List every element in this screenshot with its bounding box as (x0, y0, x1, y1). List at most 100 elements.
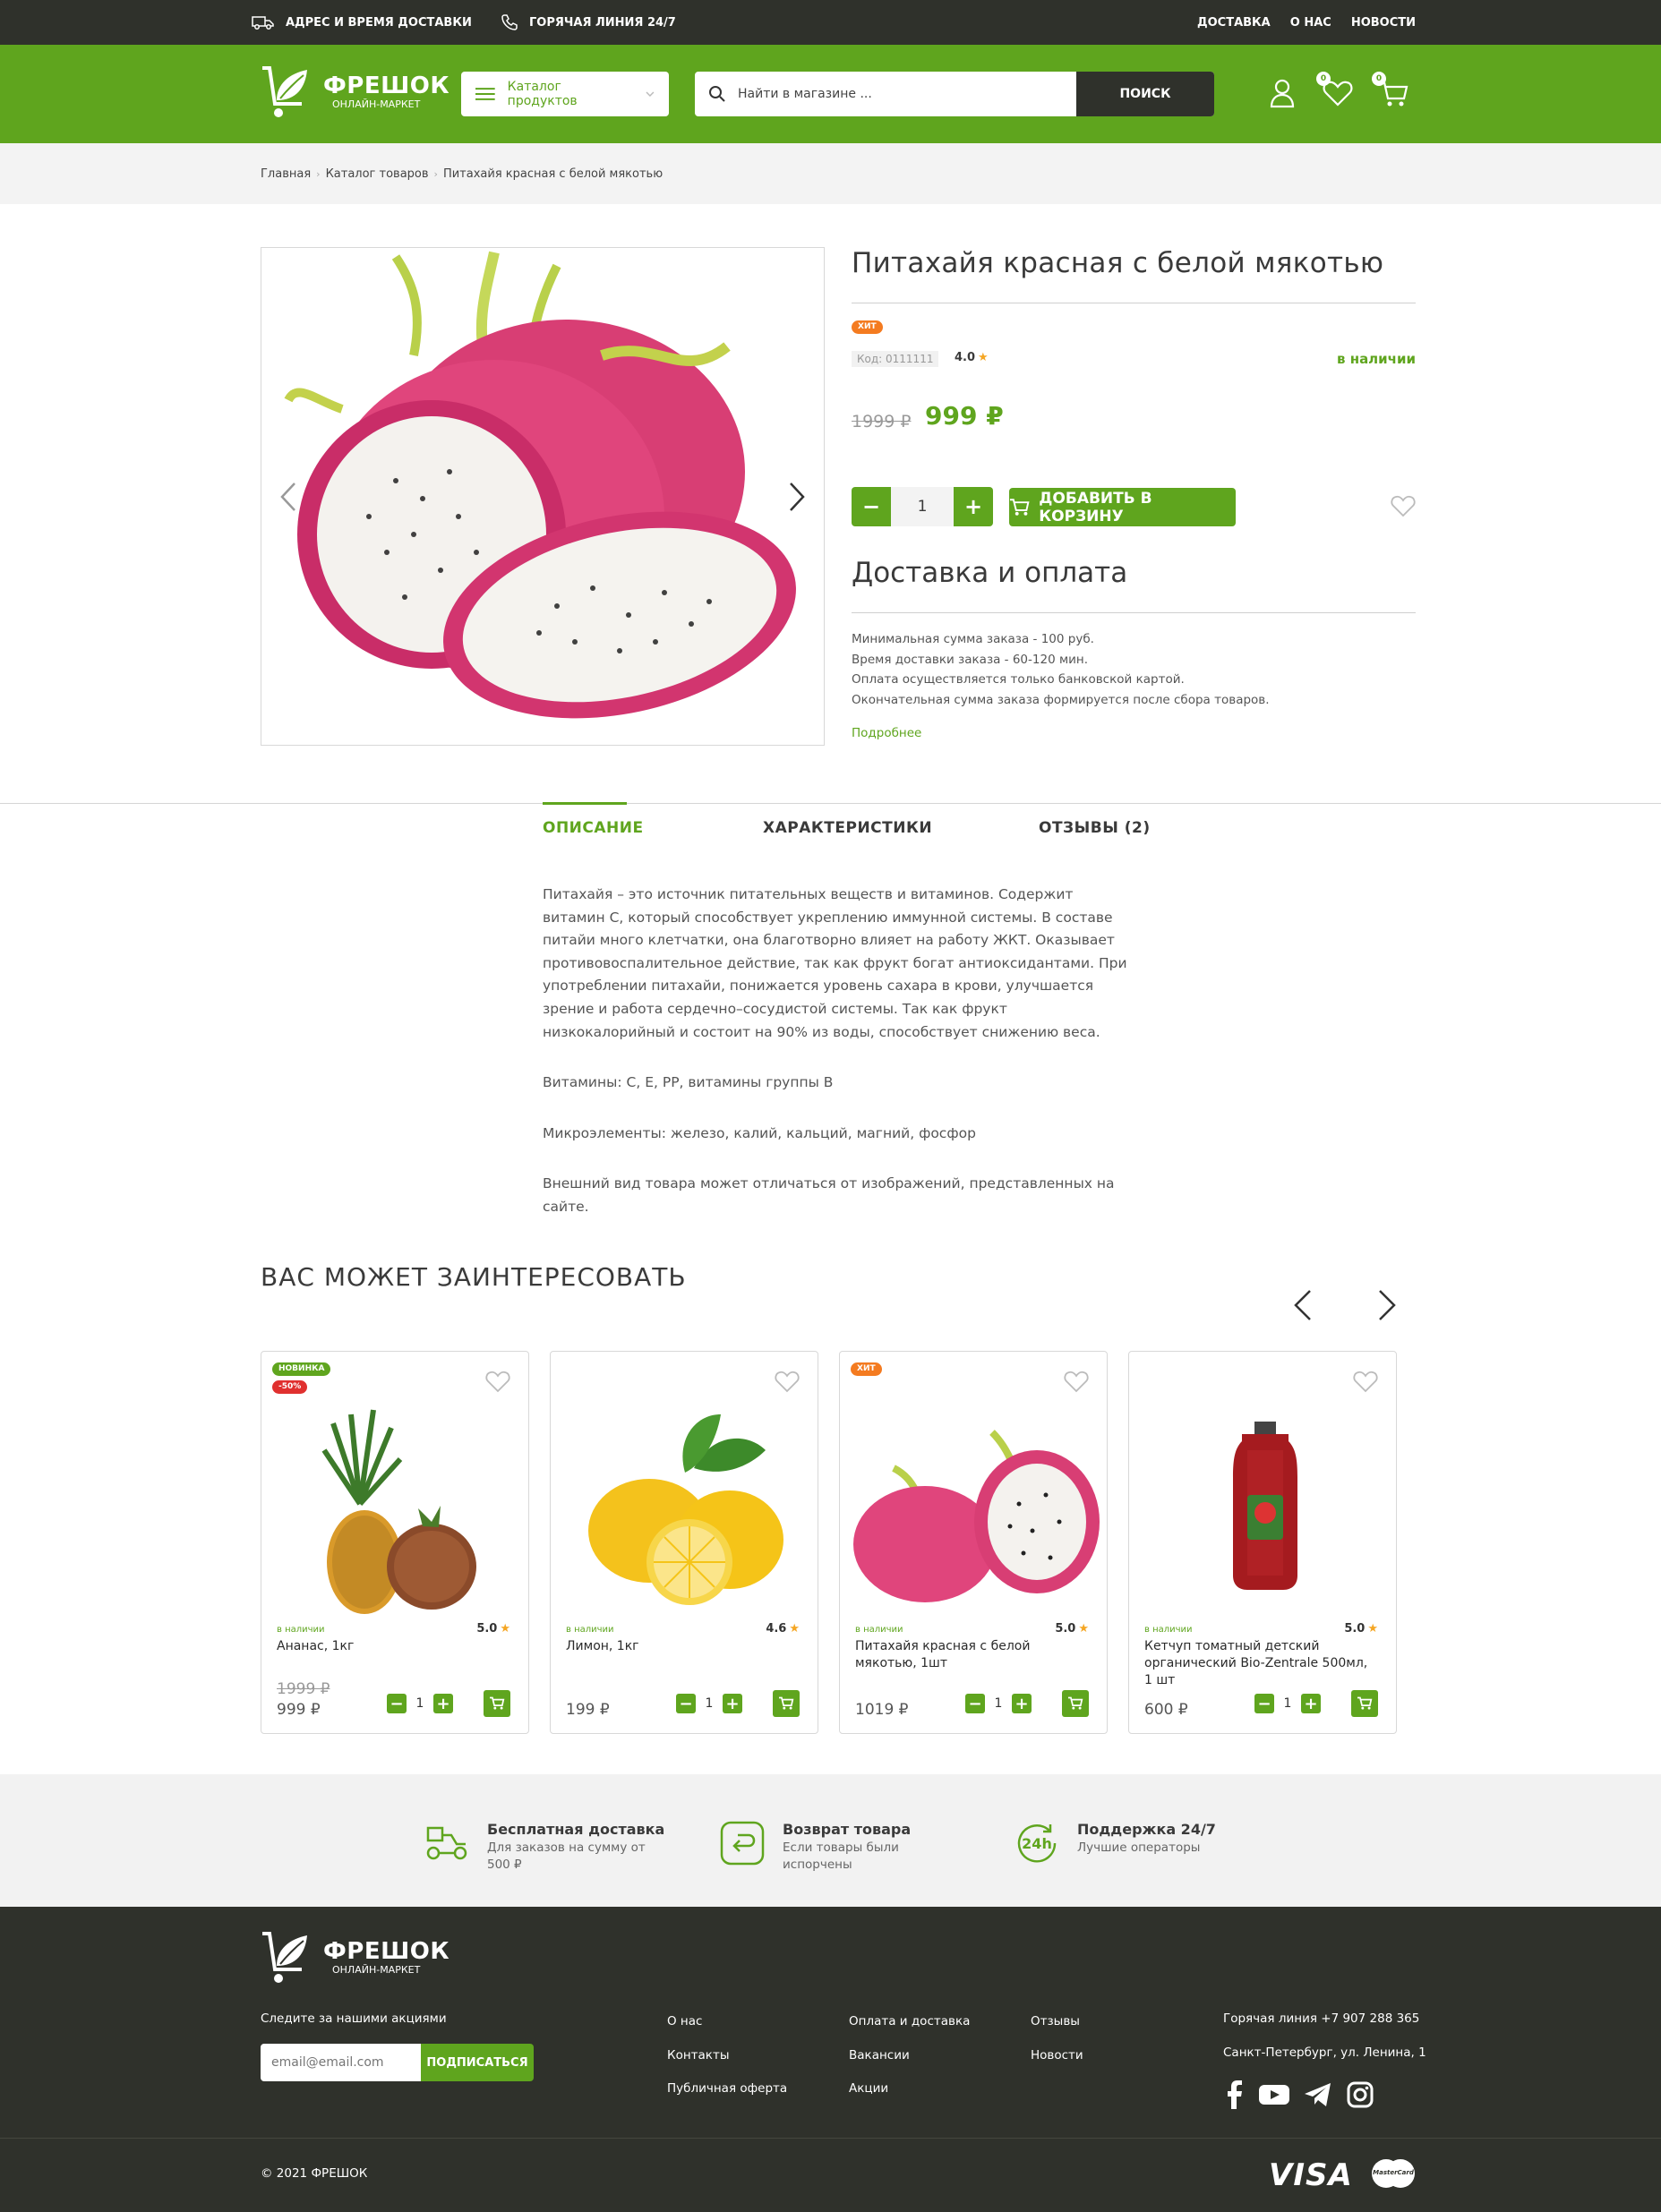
heart-icon (1064, 1371, 1089, 1393)
favorite-button[interactable] (775, 1370, 800, 1396)
add-to-cart-button[interactable] (1062, 1690, 1089, 1717)
favorites-button[interactable]: 0 (1316, 72, 1354, 109)
feature-free-delivery: Бесплатная доставка Для заказов на сумму … (423, 1819, 664, 1874)
quantity-value[interactable]: 1 (696, 1696, 723, 1711)
search-input[interactable] (738, 72, 1114, 116)
increase-button[interactable]: + (723, 1694, 742, 1713)
product-image (1233, 1422, 1297, 1590)
more-link[interactable]: Подробнее (852, 726, 921, 740)
add-to-cart-button[interactable] (1351, 1690, 1378, 1717)
heart-icon (485, 1371, 510, 1393)
youtube-icon[interactable] (1259, 2083, 1289, 2106)
delivery-line: Минимальная сумма заказа - 100 руб. (852, 632, 1094, 646)
gallery-prev-button[interactable] (270, 479, 306, 515)
breadcrumb-home[interactable]: Главная (261, 167, 311, 181)
footer-link-jobs[interactable]: Вакансии (849, 2048, 910, 2063)
increase-button[interactable]: + (1301, 1694, 1321, 1713)
card-rating: 5.0 ★ (476, 1622, 510, 1636)
price: 600 ₽ (1144, 1701, 1188, 1719)
header: ФРЕШОК ОНЛАЙН-МАРКЕТ Каталог продуктов П… (0, 45, 1661, 143)
add-to-favorites-button[interactable] (1391, 494, 1416, 521)
footer-link-promos[interactable]: Акции (849, 2081, 888, 2096)
increase-button[interactable]: + (433, 1694, 453, 1713)
quantity-value[interactable]: 1 (407, 1696, 433, 1711)
rating-value: 4.0 (955, 351, 976, 364)
footer-link-offer[interactable]: Публичная оферта (667, 2081, 787, 2096)
stock-status: в наличии (1144, 1625, 1193, 1635)
logo[interactable]: ФРЕШОК ОНЛАЙН-МАРКЕТ (261, 64, 449, 120)
add-to-cart-button[interactable] (773, 1690, 800, 1717)
footer-logo[interactable]: ФРЕШОК ОНЛАЙН-МАРКЕТ (261, 1930, 449, 1986)
product-name[interactable]: Кетчуп томатный детский органический Bio… (1144, 1638, 1377, 1689)
breadcrumb-catalog[interactable]: Каталог товаров (326, 167, 429, 181)
nav-delivery[interactable]: ДОСТАВКА (1197, 16, 1271, 30)
quantity-value[interactable]: 1 (1274, 1696, 1301, 1711)
decrease-button[interactable]: − (387, 1694, 407, 1713)
subscribe-button[interactable]: ПОДПИСАТЬСЯ (421, 2044, 534, 2081)
delivery-title: Доставка и оплата (852, 557, 1128, 589)
add-to-cart-label: ДОБАВИТЬ В КОРЗИНУ (1039, 489, 1152, 525)
footer-link-reviews[interactable]: Отзывы (1031, 2014, 1080, 2028)
product-card[interactable]: ХИТ в наличии 5.0 ★ Питахайя красная с бе… (839, 1351, 1108, 1734)
product-name[interactable]: Питахайя красная с белой мякотью, 1шт (855, 1638, 1088, 1672)
menu-icon (475, 88, 495, 100)
scooter-icon (426, 1826, 467, 1860)
copyright: © 2021 ФРЕШОК (261, 2166, 368, 2181)
facebook-icon[interactable] (1223, 2080, 1245, 2109)
footer-link-payment[interactable]: Оплата и доставка (849, 2014, 970, 2028)
related-next-button[interactable] (1376, 1289, 1398, 1325)
footer-link-contacts[interactable]: Контакты (667, 2048, 729, 2063)
related-prev-button[interactable] (1292, 1289, 1314, 1325)
nav-news[interactable]: НОВОСТИ (1351, 16, 1416, 30)
favorite-button[interactable] (485, 1370, 510, 1396)
quantity-stepper: −1 + (1254, 1694, 1321, 1713)
tab-reviews[interactable]: ОТЗЫВЫ (2) (1039, 819, 1151, 837)
social-links (1223, 2080, 1374, 2109)
quantity-stepper: −1 + (387, 1694, 453, 1713)
quantity-value[interactable]: 1 (985, 1696, 1012, 1711)
telegram-icon[interactable] (1304, 2082, 1332, 2107)
old-price: 1999 ₽ (852, 412, 912, 431)
email-field[interactable] (261, 2044, 422, 2081)
favorite-button[interactable] (1064, 1370, 1089, 1396)
decrease-button[interactable]: − (676, 1694, 696, 1713)
nav-about[interactable]: О НАС (1290, 16, 1331, 30)
increase-button[interactable]: + (1012, 1694, 1032, 1713)
tab-characteristics[interactable]: ХАРАКТЕРИСТИКИ (763, 819, 932, 837)
footer-phone[interactable]: Горячая линия +7 907 288 365 (1223, 2011, 1419, 2026)
disclaimer-text: Внешний вид товара может отличаться от и… (543, 1175, 1115, 1215)
delivery-info-link[interactable]: АДРЕС И ВРЕМЯ ДОСТАВКИ (252, 0, 472, 45)
account-button[interactable] (1266, 77, 1298, 109)
feature-return: Возврат товара Если товары были испорчены (718, 1819, 944, 1874)
price: 199 ₽ (566, 1701, 610, 1719)
footer-link-about[interactable]: О нас (667, 2014, 702, 2028)
product-card[interactable]: в наличии 4.6 ★ Лимон, 1кг 199 ₽ −1 + (550, 1351, 818, 1734)
favorite-button[interactable] (1353, 1370, 1378, 1396)
increase-button[interactable]: + (954, 487, 993, 526)
footer-link-news[interactable]: Новости (1031, 2048, 1083, 2063)
rating-value: 5.0 (1344, 1622, 1366, 1636)
product-image (321, 1409, 476, 1614)
product-name[interactable]: Лимон, 1кг (566, 1638, 799, 1655)
catalog-button[interactable]: Каталог продуктов (461, 72, 669, 116)
stock-status: в наличии (566, 1625, 614, 1635)
delivery-line: Оплата осуществляется только банковской … (852, 672, 1185, 687)
gallery-next-button[interactable] (779, 479, 815, 515)
instagram-icon[interactable] (1347, 2081, 1374, 2108)
product-card[interactable]: в наличии 5.0 ★ Кетчуп томатный детский о… (1128, 1351, 1397, 1734)
decrease-button[interactable]: − (852, 487, 891, 526)
product-name[interactable]: Ананас, 1кг (277, 1638, 509, 1655)
search-button[interactable]: ПОИСК (1076, 72, 1214, 116)
quantity-value[interactable]: 1 (891, 487, 954, 526)
product-card[interactable]: НОВИНКА -50% в наличии 5.0 ★ Ананас, 1кг … (261, 1351, 529, 1734)
tab-description[interactable]: ОПИСАНИЕ (543, 819, 644, 837)
chevron-right-icon: › (316, 167, 321, 180)
cart-button[interactable]: 0 (1372, 72, 1409, 109)
hotline-link[interactable]: ГОРЯЧАЯ ЛИНИЯ 24/7 (501, 0, 676, 45)
decrease-button[interactable]: − (1254, 1694, 1274, 1713)
decrease-button[interactable]: − (965, 1694, 985, 1713)
add-to-cart-button[interactable] (484, 1690, 510, 1717)
support-24h-icon: 24h (1017, 1824, 1057, 1863)
add-to-cart-button[interactable]: ДОБАВИТЬ В КОРЗИНУ (1009, 488, 1236, 526)
card-rating: 4.6 ★ (766, 1622, 800, 1636)
